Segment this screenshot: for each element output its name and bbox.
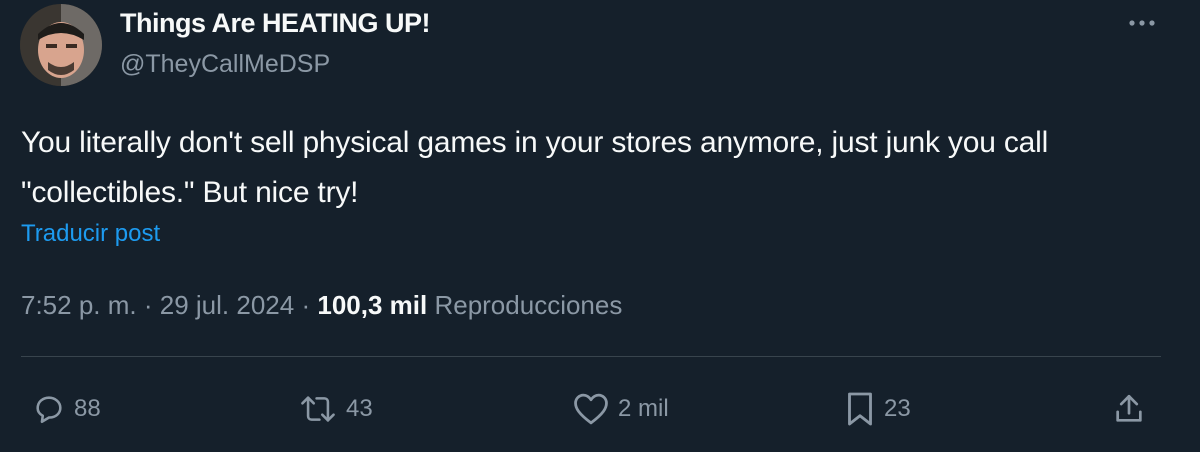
meta-separator: · xyxy=(143,290,153,320)
translate-post-link[interactable]: Traducir post xyxy=(21,220,160,248)
share-icon xyxy=(1116,394,1142,422)
heart-icon xyxy=(574,393,608,425)
author-handle[interactable]: @TheyCallMeDSP xyxy=(120,50,330,79)
avatar[interactable] xyxy=(20,4,102,86)
more-options-button[interactable] xyxy=(1124,8,1160,38)
meta-separator: · xyxy=(301,290,311,320)
repost-count: 43 xyxy=(346,395,373,422)
reply-count: 88 xyxy=(74,395,101,422)
divider xyxy=(21,356,1161,357)
post-text: You literally don't sell physical games … xyxy=(21,126,1049,209)
views-label: Reproducciones xyxy=(434,290,623,320)
reply-icon xyxy=(36,396,62,424)
bookmark-count: 23 xyxy=(884,395,911,422)
bookmark-button[interactable]: 23 xyxy=(844,386,911,432)
repost-icon xyxy=(301,396,335,422)
share-button[interactable] xyxy=(1112,386,1146,432)
tweet: Things Are HEATING UP! @TheyCallMeDSP Yo… xyxy=(0,0,1200,452)
repost-button[interactable]: 43 xyxy=(298,386,373,432)
views-count: 100,3 mil xyxy=(317,290,428,320)
post-metadata: 7:52 p. m. · 29 jul. 2024 · 100,3 mil Re… xyxy=(21,290,622,321)
more-horizontal-icon xyxy=(1129,20,1155,26)
like-count: 2 mil xyxy=(618,395,669,422)
post-time[interactable]: 7:52 p. m. xyxy=(21,290,137,320)
action-bar: 88 43 2 mil 23 xyxy=(0,386,1200,432)
like-button[interactable]: 2 mil xyxy=(572,386,669,432)
bookmark-icon xyxy=(848,392,872,426)
post-date[interactable]: 29 jul. 2024 xyxy=(160,290,294,320)
reply-button[interactable]: 88 xyxy=(32,386,101,432)
author-display-name[interactable]: Things Are HEATING UP! xyxy=(120,8,431,39)
